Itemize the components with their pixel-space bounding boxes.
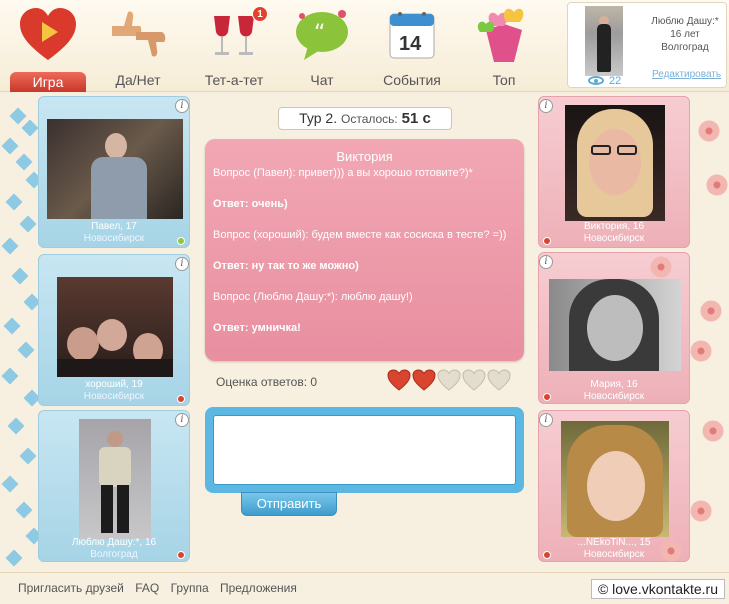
player-card-pavel[interactable]: i Павел, 17 Новосибирск [38,96,190,248]
nav-item-tete-a-tete[interactable]: 1 Тет-а-тет [196,0,272,92]
remaining-label: Осталось: [341,112,398,126]
heart-play-icon [20,8,76,60]
nav-item-events[interactable]: 14 События [374,0,450,92]
player-caption: Виктория, 16 Новосибирск [539,221,689,245]
rating-label: Оценка ответов: 0 [216,375,318,389]
answer-text: Ответ: ну так то же можно) [213,260,359,272]
calendar-icon: 14 [389,12,435,59]
player-photo [79,419,151,539]
message-box-frame [205,407,524,493]
faq-link[interactable]: FAQ [135,581,159,595]
round-timer: Тур 2. Осталось: 51 с [278,107,452,130]
nav-label-top: Топ [492,72,516,88]
footer-links: Пригласить друзей FAQ Группа Предложения [18,581,305,595]
nav-label-game: Игра [10,72,86,92]
answer-text: Ответ: очень) [213,198,288,210]
nav-label-tete-a-tete: Тет-а-тет [204,72,264,88]
edit-profile-link[interactable]: Редактировать [652,69,721,80]
online-status-dot [177,237,185,245]
question-text: Вопрос (Павел): привет))) а вы хорошо го… [213,167,473,179]
blue-diamond-decoration [0,100,40,570]
nav-label-yes-no: Да/Нет [115,72,161,88]
answer-text: Ответ: умничка! [213,322,301,334]
offline-status-dot [177,395,185,403]
my-profile-card: 22 Люблю Дашу:* 16 лет Волгоград Редакти… [567,2,727,88]
info-icon[interactable]: i [175,257,189,271]
info-icon[interactable]: i [539,413,553,427]
calendar-day: 14 [399,33,422,55]
player-city: Новосибирск [83,391,145,402]
player-photo [57,277,173,377]
round-label: Тур [299,110,322,126]
nav-item-chat[interactable]: “ Чат [284,0,360,92]
player-card-viktoriya[interactable]: i Виктория, 16 Новосибирск [538,96,690,248]
player-caption: хороший, 19 Новосибирск [39,379,189,403]
footer: Пригласить друзей FAQ Группа Предложения… [0,572,729,604]
player-card-lyublyu-dashu[interactable]: i Люблю Дашу:*, 16 Волгоград [38,410,190,562]
player-city: Волгоград [90,549,138,560]
player-card-horoshiy[interactable]: i хороший, 19 Новосибирск [38,254,190,406]
question-text: Вопрос (хороший): будем вместе как сосис… [213,229,507,241]
my-profile-name: Люблю Дашу:* [651,16,719,27]
send-button[interactable]: Отправить [241,492,337,516]
invite-friends-link[interactable]: Пригласить друзей [18,581,124,595]
group-link[interactable]: Группа [171,581,209,595]
player-photo [47,119,183,219]
player-name: Виктория, 16 [583,221,644,232]
player-city: Новосибирск [83,233,145,244]
heart-filled-icon[interactable] [387,369,411,391]
offline-status-dot [543,393,551,401]
player-photo [561,421,669,537]
my-profile-photo[interactable] [585,6,623,76]
player-caption: Мария, 16 Новосибирск [539,379,689,403]
player-photo [565,105,665,221]
my-profile-age: 16 лет [670,29,700,40]
notification-badge: 1 [252,6,268,22]
player-city: Новосибирск [583,391,645,402]
my-profile-info: Люблю Дашу:* 16 лет Волгоград [644,15,726,54]
player-name: Люблю Дашу:*, 16 [71,537,157,548]
round-number: 2. [325,110,338,126]
player-caption: Люблю Дашу:*, 16 Волгоград [39,537,189,561]
qa-title: Виктория [336,149,393,164]
player-card-nekotin[interactable]: i ...NEkoTiN..., 15 Новосибирск [538,410,690,562]
message-input[interactable] [213,415,516,485]
eye-icon [588,76,604,85]
info-icon[interactable]: i [539,99,553,113]
offline-status-dot [543,237,551,245]
seconds-remaining: 51 с [401,110,431,127]
nav-item-game[interactable]: Игра [10,0,86,92]
heart-empty-icon[interactable] [462,369,486,391]
heart-empty-icon[interactable] [437,369,461,391]
offline-status-dot [543,551,551,559]
player-caption: Павел, 17 Новосибирск [39,221,189,245]
player-photo [549,279,681,371]
nav-label-chat: Чат [310,72,334,88]
thumbs-icon [112,11,166,57]
info-icon[interactable]: i [175,413,189,427]
top-navigation: Игра Да/Нет 1 Тет-а-тет “ Чат 14 События… [0,0,729,92]
suggestions-link[interactable]: Предложения [220,581,297,595]
svg-text:“: “ [314,21,325,46]
heart-empty-icon[interactable] [487,369,511,391]
my-profile-city: Волгоград [661,42,709,53]
player-name: Мария, 16 [590,379,638,390]
heart-filled-icon[interactable] [412,369,436,391]
player-city: Новосибирск [583,233,645,244]
nav-label-events: События [383,72,441,88]
chat-bubble-icon: “ [296,10,348,60]
player-name: Павел, 17 [91,221,137,232]
views-count: 22 [609,75,622,87]
copyright-notice: © love.vkontakte.ru [590,579,725,599]
gift-hearts-icon [477,8,524,62]
offline-status-dot [177,551,185,559]
nav-item-yes-no[interactable]: Да/Нет [100,0,176,92]
nav-item-top[interactable]: Топ [466,0,542,92]
question-text: Вопрос (Люблю Дашу:*): люблю дашу!) [213,291,413,303]
info-icon[interactable]: i [539,255,553,269]
player-name: хороший, 19 [85,379,143,390]
questions-answers-panel: Виктория Вопрос (Павел): привет))) а вы … [205,139,524,361]
info-icon[interactable]: i [175,99,189,113]
